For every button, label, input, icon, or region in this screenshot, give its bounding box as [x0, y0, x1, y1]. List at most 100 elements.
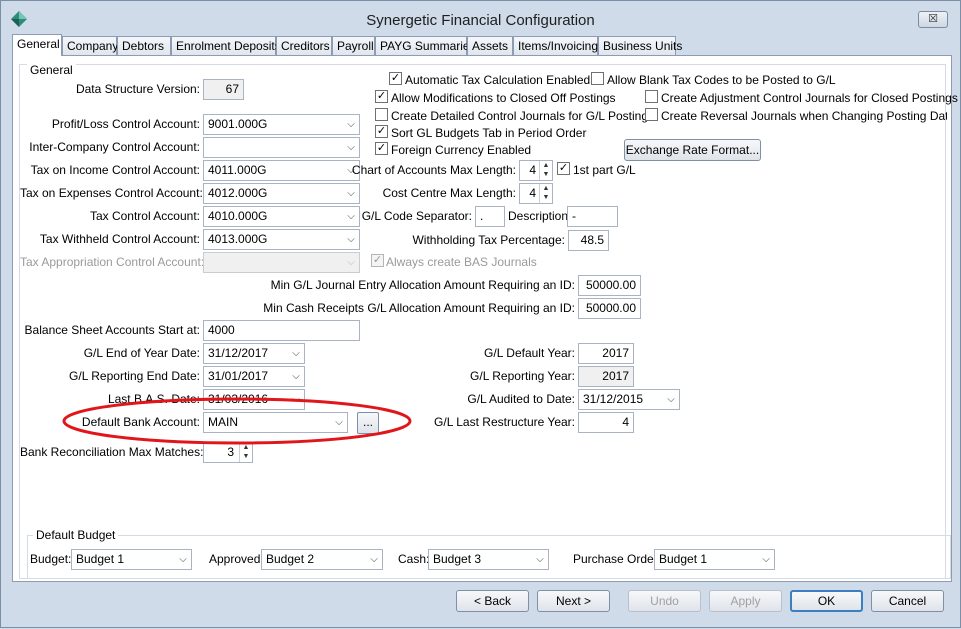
- approved-label: Approved:: [209, 552, 264, 566]
- data-structure-version-label: Data Structure Version:: [75, 82, 200, 96]
- next-button[interactable]: Next >: [537, 590, 610, 612]
- chevron-down-icon: ⌵: [347, 257, 355, 268]
- auto-tax-checkbox[interactable]: ✓: [389, 72, 402, 85]
- window-title: Synergetic Financial Configuration: [366, 12, 595, 29]
- create-reversal-checkbox[interactable]: [645, 108, 658, 121]
- tax-withheld-label: Tax Withheld Control Account:: [39, 232, 200, 246]
- gl-restructure-label: G/L Last Restructure Year:: [434, 415, 575, 429]
- tab-assets[interactable]: Assets: [467, 36, 513, 55]
- tax-expenses-combo[interactable]: 4012.000G ⌵: [203, 183, 360, 204]
- auto-tax-label: Automatic Tax Calculation Enabled: [405, 73, 591, 87]
- tax-appropriation-label: Tax Appropriation Control Account:: [20, 255, 205, 269]
- tax-income-label: Tax on Income Control Account:: [30, 163, 200, 177]
- min-cash-label: Min Cash Receipts G/L Allocation Amount …: [263, 301, 575, 315]
- description-field[interactable]: -: [567, 206, 618, 227]
- first-part-gl-checkbox[interactable]: ✓: [557, 162, 570, 175]
- tab-items-invoicing[interactable]: Items/Invoicing: [513, 36, 598, 55]
- profit-loss-combo[interactable]: 9001.000G ⌵: [203, 114, 360, 135]
- chevron-down-icon[interactable]: ⌵: [532, 550, 548, 569]
- gl-reporting-end-date[interactable]: 31/01/2017 ⌵: [203, 366, 305, 387]
- apply-button[interactable]: Apply: [709, 590, 782, 612]
- tax-appropriation-combo: ⌵: [203, 252, 360, 273]
- approved-combo[interactable]: Budget 2 ⌵: [261, 549, 383, 570]
- cost-centre-max-spinner[interactable]: 4 ▲ ▼: [519, 183, 553, 204]
- chevron-down-icon[interactable]: ⌵: [288, 367, 304, 386]
- tab-payg-summaries[interactable]: PAYG Summaries: [375, 36, 476, 55]
- inter-company-combo[interactable]: ⌵: [203, 137, 360, 158]
- cash-combo[interactable]: Budget 3 ⌵: [428, 549, 549, 570]
- cancel-button[interactable]: Cancel: [871, 590, 944, 612]
- withholding-pct-field[interactable]: 48.5: [568, 230, 609, 251]
- chevron-down-icon[interactable]: ⌵: [343, 115, 359, 134]
- tab-creditors[interactable]: Creditors: [276, 36, 332, 55]
- chevron-down-icon[interactable]: ⌵: [331, 413, 347, 432]
- gl-separator-label: G/L Code Separator:: [361, 209, 472, 223]
- chevron-down-icon[interactable]: ⌵: [288, 390, 304, 409]
- budget-combo[interactable]: Budget 1 ⌵: [71, 549, 192, 570]
- general-group-title: General: [27, 63, 76, 77]
- up-arrow-icon[interactable]: ▲: [540, 161, 552, 170]
- chevron-down-icon[interactable]: ⌵: [366, 550, 382, 569]
- ok-button[interactable]: OK: [790, 590, 863, 612]
- foreign-currency-label: Foreign Currency Enabled: [391, 143, 532, 157]
- down-arrow-icon[interactable]: ▼: [540, 170, 552, 179]
- chevron-down-icon[interactable]: ⌵: [758, 550, 774, 569]
- tab-payroll[interactable]: Payroll: [332, 36, 375, 55]
- gl-end-year-date[interactable]: 31/12/2017 ⌵: [203, 343, 305, 364]
- withholding-pct-label: Withholding Tax Percentage:: [412, 233, 565, 247]
- cost-centre-max-label: Cost Centre Max Length:: [382, 186, 516, 200]
- gl-reporting-year-field: 2017: [578, 366, 634, 387]
- default-budget-group: Default Budget Budget: Budget 1 ⌵ Approve…: [27, 528, 951, 579]
- back-button[interactable]: < Back: [456, 590, 529, 612]
- chevron-down-icon[interactable]: ⌵: [288, 344, 304, 363]
- gl-restructure-field[interactable]: 4: [578, 412, 634, 433]
- allow-blank-tax-checkbox[interactable]: [591, 72, 604, 85]
- allow-mod-closed-checkbox[interactable]: ✓: [375, 90, 388, 103]
- balance-sheet-field[interactable]: 4000: [203, 320, 360, 341]
- tab-general[interactable]: General: [12, 34, 62, 56]
- tab-enrolment-deposits[interactable]: Enrolment Deposits: [171, 36, 281, 55]
- chart-max-length-label: Chart of Accounts Max Length:: [351, 163, 516, 177]
- purchase-order-combo[interactable]: Budget 1 ⌵: [654, 549, 775, 570]
- create-adjustment-checkbox[interactable]: [645, 90, 658, 103]
- close-button[interactable]: ☒: [918, 11, 948, 28]
- sort-gl-budgets-label: Sort GL Budgets Tab in Period Order: [391, 126, 587, 140]
- tax-expenses-label: Tax on Expenses Control Account:: [20, 186, 203, 200]
- down-arrow-icon[interactable]: ▼: [240, 452, 252, 461]
- chart-max-length-spinner[interactable]: 4 ▲ ▼: [519, 160, 553, 181]
- financial-config-window: Synergetic Financial Configuration ☒ Gen…: [0, 0, 961, 628]
- min-cash-field[interactable]: 50000.00: [578, 298, 641, 319]
- undo-button[interactable]: Undo: [628, 590, 701, 612]
- tab-company[interactable]: Company: [62, 36, 118, 55]
- bank-rec-max-spinner[interactable]: 3 ▲ ▼: [203, 442, 253, 463]
- gl-separator-field[interactable]: .: [475, 206, 505, 227]
- inter-company-label: Inter-Company Control Account:: [29, 140, 200, 154]
- gl-default-year-field[interactable]: 2017: [578, 343, 634, 364]
- create-detailed-checkbox[interactable]: [375, 108, 388, 121]
- default-bank-browse-button[interactable]: ...: [357, 412, 379, 434]
- tax-control-combo[interactable]: 4010.000G ⌵: [203, 206, 360, 227]
- down-arrow-icon[interactable]: ▼: [540, 193, 552, 202]
- always-bas-label: Always create BAS Journals: [386, 255, 537, 269]
- budget-label: Budget:: [30, 552, 72, 566]
- title-bar: Synergetic Financial Configuration ☒: [1, 1, 960, 33]
- sort-gl-budgets-checkbox[interactable]: ✓: [375, 125, 388, 138]
- gl-audited-label: G/L Audited to Date:: [467, 392, 575, 406]
- exchange-rate-format-button[interactable]: Exchange Rate Format...: [624, 139, 761, 161]
- up-arrow-icon[interactable]: ▲: [240, 443, 252, 452]
- cash-label: Cash:: [398, 552, 430, 566]
- tab-debtors[interactable]: Debtors: [117, 36, 171, 55]
- up-arrow-icon[interactable]: ▲: [540, 184, 552, 193]
- tab-business-units[interactable]: Business Units: [598, 36, 682, 55]
- chevron-down-icon[interactable]: ⌵: [175, 550, 191, 569]
- tax-income-combo[interactable]: 4011.000G ⌵: [203, 160, 360, 181]
- chevron-down-icon[interactable]: ⌵: [343, 138, 359, 157]
- min-journal-field[interactable]: 50000.00: [578, 275, 641, 296]
- gl-audited-date[interactable]: 31/12/2015 ⌵: [578, 389, 680, 410]
- default-bank-combo[interactable]: MAIN ⌵: [203, 412, 348, 433]
- foreign-currency-checkbox[interactable]: ✓: [375, 142, 388, 155]
- gl-reporting-year-label: G/L Reporting Year:: [470, 369, 575, 383]
- last-bas-date[interactable]: 31/03/2016 ⌵: [203, 389, 305, 410]
- tax-withheld-combo[interactable]: 4013.000G ⌵: [203, 229, 360, 250]
- chevron-down-icon[interactable]: ⌵: [663, 390, 679, 409]
